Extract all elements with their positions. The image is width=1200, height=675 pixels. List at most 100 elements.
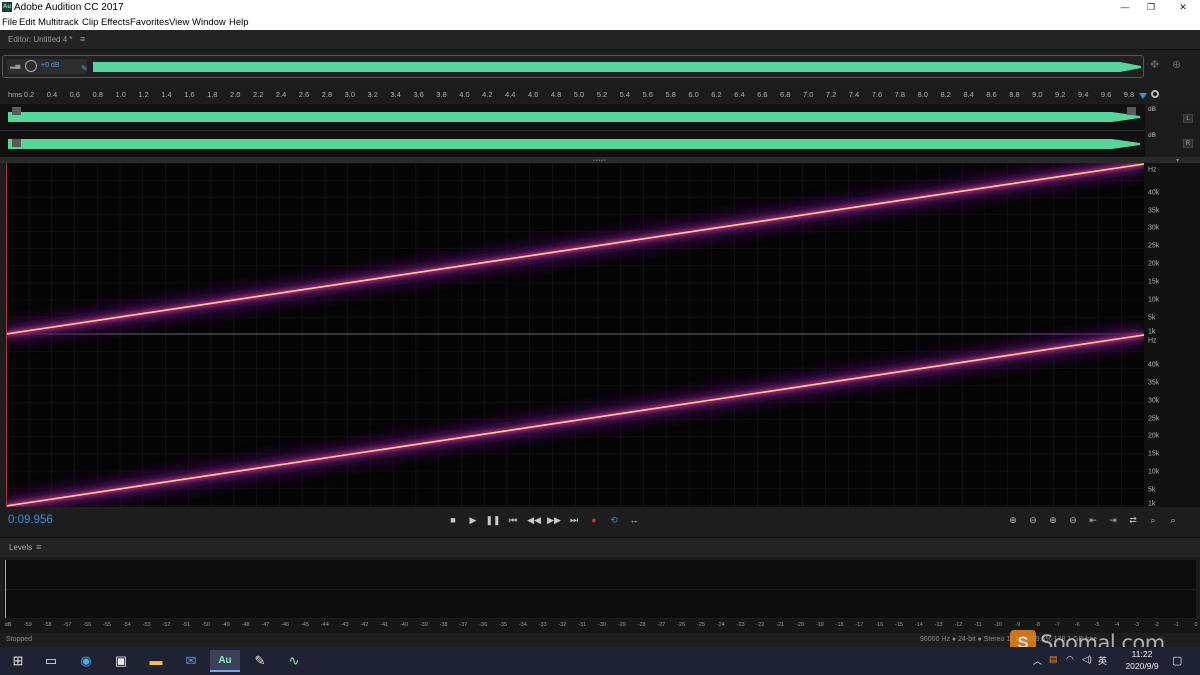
freq-unit-label: Hz	[1148, 166, 1157, 174]
overview-navigator[interactable]: ▂▄ +0 dB ✎	[2, 55, 1144, 78]
editor-title[interactable]: Editor: Untitled 4 *	[8, 35, 72, 44]
zoom-full-button[interactable]: ⇄	[1124, 512, 1142, 528]
zoom-selection-button[interactable]: ⌕	[1144, 512, 1162, 528]
headphone-icon[interactable]	[1151, 90, 1159, 98]
meter-scale-label: -32	[558, 622, 567, 628]
freq-label: 10k	[1148, 468, 1160, 476]
input-method-indicator[interactable]: 英	[1098, 654, 1107, 667]
move-to-start-button[interactable]: ⏮	[504, 512, 522, 528]
system-clock[interactable]: 11:22 2020/9/9	[1112, 648, 1172, 672]
ruler-tick-label: 6.8	[780, 90, 791, 99]
pause-button[interactable]: ❚❚	[484, 512, 502, 528]
meter-scale-label: -30	[598, 622, 606, 628]
waveform-channel-right[interactable]	[0, 131, 1145, 157]
meter-scale-label: -54	[122, 622, 131, 628]
edge-browser-icon[interactable]: ◉	[73, 650, 99, 672]
zoom-icon[interactable]: ⊕	[1172, 58, 1181, 71]
menu-multitrack[interactable]: Multitrack	[38, 16, 79, 29]
volume-icon[interactable]: ◁)	[1082, 654, 1092, 665]
zoom-in-time-button[interactable]: ⊕	[1044, 512, 1062, 528]
windows-start-icon[interactable]: ⊞	[5, 650, 31, 672]
ruler-tick-label: 4.4	[505, 90, 516, 99]
channel-r-toggle[interactable]: R	[1183, 139, 1193, 148]
freq-label: 1k	[1148, 500, 1156, 508]
hud-gain-control[interactable]: ▂▄ +0 dB	[7, 59, 87, 74]
channel-l-toggle[interactable]: L	[1183, 114, 1193, 123]
ruler-tick-label: 5.4	[619, 90, 631, 99]
levels-title[interactable]: Levels	[9, 543, 32, 552]
tray-app-icon[interactable]: ▤	[1049, 654, 1058, 665]
mail-icon[interactable]: ✉	[178, 650, 204, 672]
meter-scale-label: -12	[954, 622, 963, 628]
spectral-frequency-display[interactable]	[6, 163, 1144, 507]
close-button[interactable]: ✕	[1166, 0, 1200, 15]
current-time-display[interactable]: 0:09.956	[8, 514, 53, 526]
meter-scale-label: -59	[23, 622, 32, 628]
ruler-tick-label: 1.4	[161, 90, 172, 99]
menu-help[interactable]: Help	[229, 16, 249, 29]
rewind-button[interactable]: ◀◀	[525, 512, 543, 528]
meter-scale-label: -22	[756, 622, 765, 628]
fade-in-handle[interactable]	[12, 107, 21, 115]
audition-taskbar-icon[interactable]: Au	[210, 650, 240, 672]
db-label-right: dB	[1148, 132, 1156, 139]
waveform-channel-left[interactable]	[0, 104, 1145, 130]
menu-file[interactable]: File	[2, 16, 17, 29]
zoom-in-point-button[interactable]: ⇤	[1084, 512, 1102, 528]
channel-handle[interactable]	[12, 139, 21, 147]
pin-icon[interactable]: ✎	[81, 64, 88, 73]
record-button[interactable]: ●	[585, 512, 603, 528]
clock-time: 11:22	[1131, 649, 1153, 659]
meter-scale-label: -34	[518, 622, 527, 628]
menu-view[interactable]: View	[169, 16, 189, 29]
menu-window[interactable]: Window	[192, 16, 226, 29]
meter-scale-label: -6	[1074, 622, 1080, 628]
sketch-app-icon[interactable]: ✎	[247, 650, 273, 672]
loop-playback-button[interactable]: ⟲	[605, 512, 623, 528]
gain-knob-icon[interactable]	[25, 60, 37, 72]
menu-clip[interactable]: Clip	[82, 16, 98, 29]
menu-edit[interactable]: Edit	[19, 16, 35, 29]
zoom-out-point-button[interactable]: ⇥	[1104, 512, 1122, 528]
meter-scale-label: -26	[677, 622, 686, 628]
fast-forward-button[interactable]: ▶▶	[545, 512, 563, 528]
menu-effects[interactable]: Effects	[101, 16, 130, 29]
gain-value[interactable]: +0 dB	[41, 62, 60, 69]
playhead-marker-icon[interactable]	[1139, 93, 1147, 99]
play-button[interactable]: ▶	[464, 512, 482, 528]
spectral-grid	[6, 163, 1144, 507]
time-ruler[interactable]: hms 0.2 0.4 0.6 0.8 1.0 1.2 1.4 1.6 1.8 2.0 2.2 2.4…	[0, 88, 1145, 102]
move-to-end-button[interactable]: ⏭	[565, 512, 583, 528]
menu-favorites[interactable]: Favorites	[130, 16, 169, 29]
meter-scale-label: -33	[538, 622, 547, 628]
skip-selection-button[interactable]: ↔	[625, 512, 643, 528]
file-explorer-icon[interactable]: ▬	[143, 650, 169, 672]
zoom-out-amplitude-button[interactable]: ⊖	[1024, 512, 1042, 528]
panel-menu-icon[interactable]: ≡	[36, 542, 41, 552]
meter-scale-label: -56	[83, 622, 92, 628]
tray-overflow-icon[interactable]: ︿	[1033, 654, 1042, 667]
activity-monitor-icon[interactable]: ∿	[281, 650, 307, 672]
maximize-button[interactable]: ❐	[1134, 0, 1168, 15]
ruler-tick-label: 4.0	[459, 90, 470, 99]
move-icon[interactable]: ✥	[1150, 58, 1159, 71]
ruler-tick-label: 8.4	[963, 90, 974, 99]
ruler-tick-label: 3.0	[344, 90, 356, 99]
meter-scale-label: -19	[815, 622, 824, 628]
stop-button[interactable]: ■	[444, 512, 462, 528]
ruler-unit: hms	[8, 90, 23, 99]
network-icon[interactable]: ◠	[1066, 654, 1074, 665]
freq-label: 20k	[1148, 432, 1160, 440]
store-icon[interactable]: ▣	[108, 650, 134, 672]
panel-menu-icon[interactable]: ≡	[80, 34, 85, 44]
ruler-tick-label: 7.2	[825, 90, 837, 99]
zoom-out-time-button[interactable]: ⊖	[1064, 512, 1082, 528]
fade-out-handle[interactable]	[1127, 107, 1136, 115]
title-bar: Au Adobe Audition CC 2017 — ❐ ✕	[0, 0, 1200, 15]
meter-scale-label: -11	[974, 622, 982, 628]
clock-date: 2020/9/9	[1125, 661, 1159, 671]
notifications-icon[interactable]: ▢	[1172, 654, 1182, 667]
zoom-in-amplitude-button[interactable]: ⊕	[1004, 512, 1022, 528]
zoom-reset-button[interactable]: ⌕	[1164, 512, 1182, 528]
task-view-icon[interactable]: ▭	[38, 650, 64, 672]
